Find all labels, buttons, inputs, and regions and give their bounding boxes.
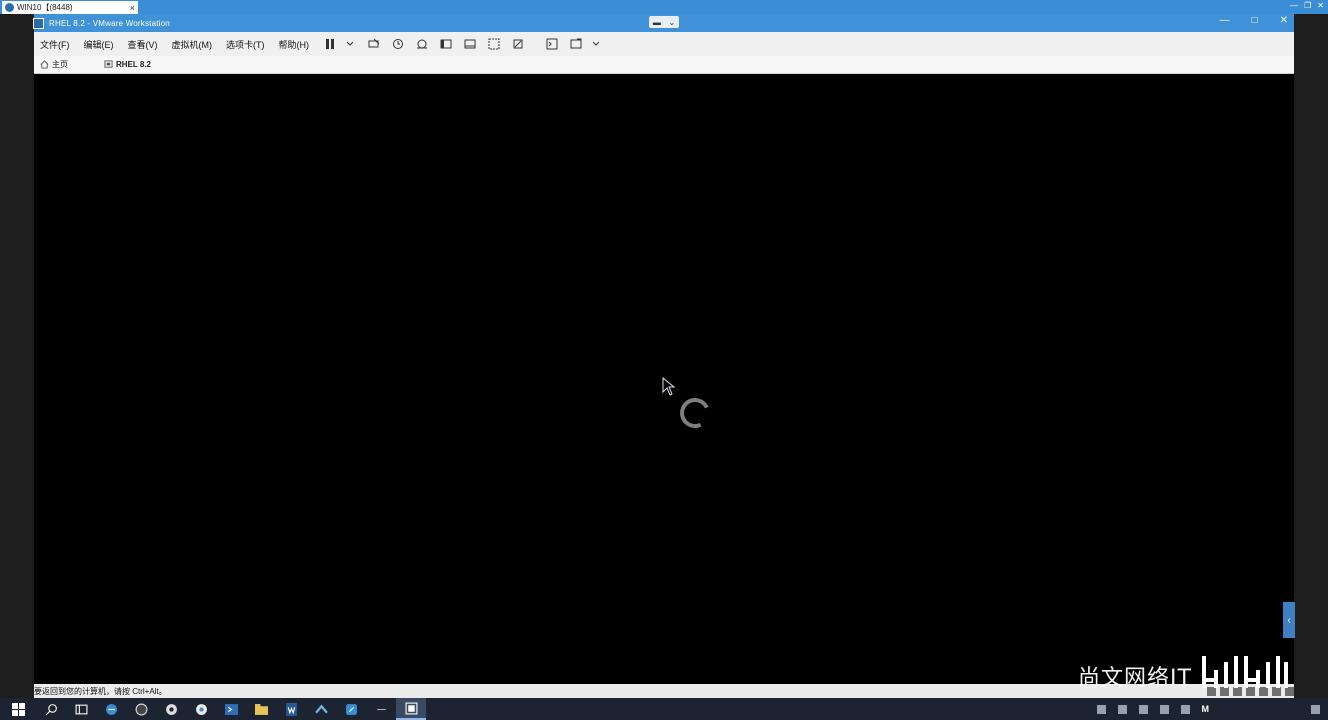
vmware-app-icon — [33, 17, 44, 29]
settings-icon[interactable] — [569, 38, 583, 50]
taskbar-search[interactable] — [36, 698, 66, 720]
chevron-down-icon[interactable] — [593, 38, 599, 50]
network-icon — [314, 704, 328, 713]
taskbar-powershell[interactable] — [216, 698, 246, 720]
taskbar-word[interactable] — [276, 698, 306, 720]
menu-edit[interactable]: 编辑(E) — [84, 38, 114, 51]
edge-icon — [105, 703, 117, 715]
close-icon[interactable]: × — [130, 3, 138, 13]
taskbar-app-1[interactable] — [156, 698, 186, 720]
vm-icon — [104, 60, 113, 68]
snapshot-icon[interactable] — [391, 38, 405, 50]
taskbar-chrome[interactable] — [186, 698, 216, 720]
taskbar-edge[interactable] — [96, 698, 126, 720]
menubar: 文件(F) 编辑(E) 查看(V) 虚拟机(M) 选项卡(T) 帮助(H) — [34, 32, 1294, 56]
windows-taskbar: M — [0, 698, 1328, 720]
taskbar-vmware[interactable] — [396, 698, 426, 720]
vm-tabs: 主页 RHEL 8.2 — [34, 56, 1294, 74]
watermark: 尚文网络IT — [1078, 652, 1290, 692]
send-ctrl-alt-del-icon[interactable] — [367, 38, 381, 50]
window-title: RHEL 8.2 - VMware Workstation — [49, 18, 170, 28]
chrome-icon — [195, 703, 207, 715]
tab-rhel[interactable]: RHEL 8.2 — [104, 60, 151, 69]
taskbar-explorer[interactable] — [246, 698, 276, 720]
tab-home-label: 主页 — [52, 60, 68, 69]
windows-start-button[interactable] — [0, 698, 36, 720]
stretch-icon[interactable] — [511, 38, 525, 50]
restore-icon[interactable]: ▬ — [653, 18, 661, 27]
vm-console[interactable] — [34, 74, 1294, 684]
minimize-icon[interactable]: — — [1290, 1, 1298, 10]
menu-help[interactable]: 帮助(H) — [279, 38, 310, 51]
app-icon-1 — [165, 703, 177, 715]
menu-vm[interactable]: 虚拟机(M) — [172, 38, 213, 51]
taskbar-obs[interactable] — [126, 698, 156, 720]
mouse-cursor-icon — [662, 377, 676, 396]
task-view-icon — [75, 704, 87, 714]
tray-icon-1[interactable] — [1096, 704, 1106, 714]
notification-icon[interactable] — [1311, 704, 1320, 714]
tab-rhel-label: RHEL 8.2 — [116, 60, 151, 69]
menu-file[interactable]: 文件(F) — [40, 38, 70, 51]
taskbar-task-view[interactable] — [66, 698, 96, 720]
chevron-down-icon[interactable] — [347, 38, 353, 50]
pause-icon[interactable] — [323, 38, 337, 50]
app-icon-2 — [345, 703, 357, 715]
word-icon — [285, 702, 297, 716]
window-controls: — □ ✕ — [1220, 15, 1288, 26]
menu-view[interactable]: 查看(V) — [128, 38, 158, 51]
bilibili-logo-icon — [1201, 656, 1288, 688]
taskbar-app-2[interactable] — [336, 698, 366, 720]
status-message: 要返回到您的计算机，请按 Ctrl+Alt。 — [34, 686, 167, 696]
remote-desktop-tabbar: WIN10【(8448) × — ❐ ✕ — [0, 0, 1328, 14]
tray-icon-2[interactable] — [1117, 704, 1127, 714]
obs-icon — [135, 703, 147, 715]
menu-tabs[interactable]: 选项卡(T) — [226, 38, 265, 51]
snapshot-manager-icon[interactable] — [415, 38, 429, 50]
search-icon — [45, 703, 57, 715]
watermark-text: 尚文网络IT — [1078, 666, 1192, 691]
taskbar-app-3[interactable] — [366, 698, 396, 720]
loading-spinner-icon — [675, 393, 715, 433]
windows-start-icon — [11, 702, 25, 716]
tray-icon-3[interactable] — [1138, 704, 1148, 714]
vmware-window: RHEL 8.2 - VMware Workstation ▬ ⌄ — □ ✕ … — [33, 14, 1294, 698]
volume-icon[interactable] — [1180, 704, 1190, 714]
restore-icon[interactable]: ❐ — [1304, 1, 1311, 10]
remote-session-tab[interactable]: WIN10【(8448) × — [2, 1, 138, 14]
home-icon — [40, 60, 49, 69]
console-view-icon[interactable] — [487, 38, 501, 50]
terminal-icon[interactable] — [545, 38, 559, 50]
unity-icon[interactable] — [463, 38, 477, 50]
side-panel-handle[interactable]: ‹ — [1283, 602, 1295, 638]
vmware-icon — [405, 702, 417, 714]
taskbar-network-tool[interactable] — [306, 698, 336, 720]
file-explorer-icon — [254, 703, 268, 715]
tray-icon-4[interactable] — [1159, 704, 1169, 714]
avatar — [5, 3, 14, 12]
remote-window-controls: — ❐ ✕ — [1290, 1, 1324, 10]
app-icon-3 — [376, 708, 386, 710]
maximize-button[interactable]: □ — [1252, 15, 1258, 26]
remote-session-title: WIN10【(8448) — [17, 3, 73, 12]
close-icon[interactable]: ✕ — [1317, 1, 1324, 10]
system-tray: M — [1096, 698, 1328, 720]
window-titlebar[interactable]: RHEL 8.2 - VMware Workstation ▬ ⌄ — □ ✕ — [33, 14, 1294, 32]
close-button[interactable]: ✕ — [1280, 15, 1288, 26]
fullscreen-restore-pill[interactable]: ▬ ⌄ — [649, 16, 679, 28]
chevron-down-icon[interactable]: ⌄ — [668, 18, 675, 27]
minimize-button[interactable]: — — [1220, 15, 1230, 26]
tab-home[interactable]: 主页 — [40, 59, 68, 70]
fullscreen-icon[interactable] — [439, 38, 453, 50]
powershell-icon — [224, 703, 238, 715]
input-method-indicator[interactable]: M — [1202, 704, 1210, 714]
